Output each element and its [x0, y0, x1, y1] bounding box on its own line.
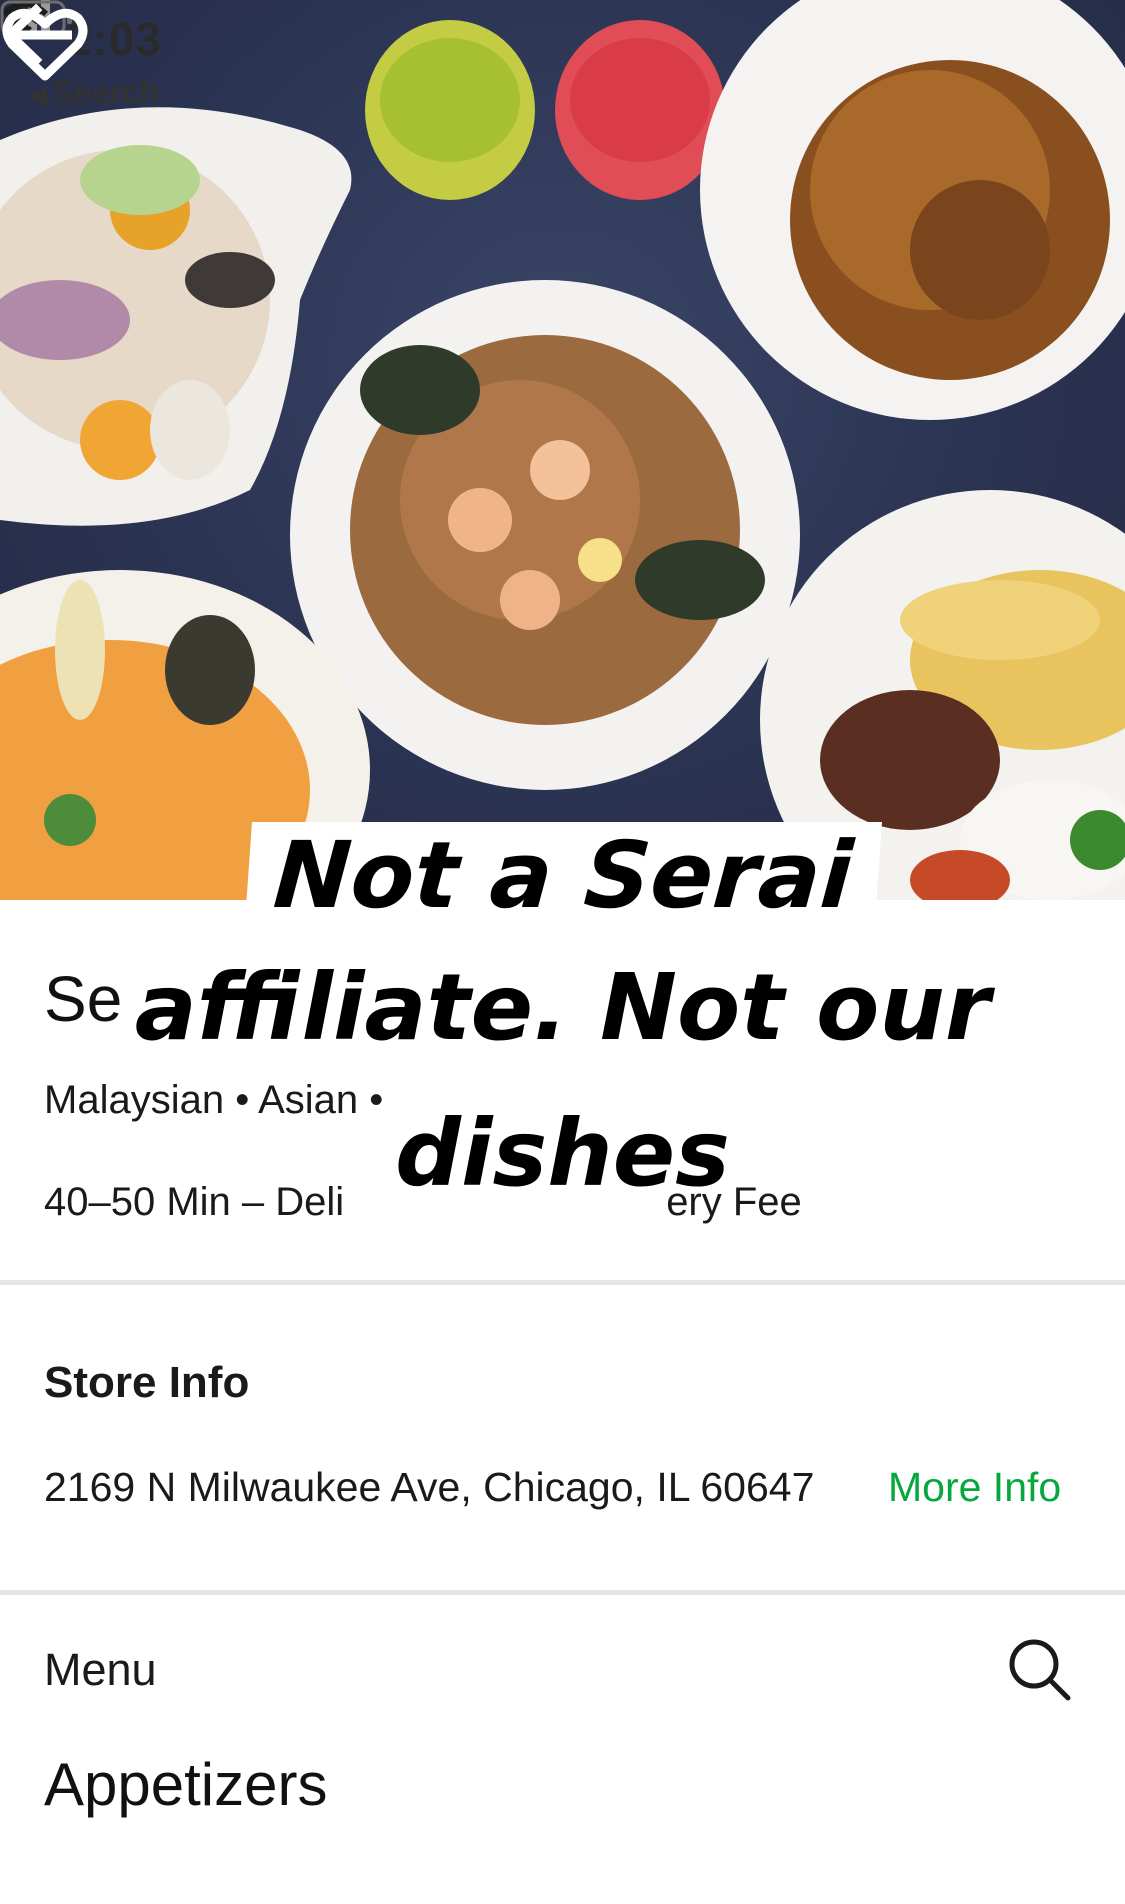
- overlay-caption-line-1: Not a Serai: [0, 822, 1125, 936]
- menu-label: Menu: [44, 1644, 157, 1695]
- food-photo: [0, 0, 1125, 900]
- store-info-title: Store Info: [44, 1358, 250, 1407]
- heart-icon[interactable]: [0, 0, 90, 90]
- more-info-link[interactable]: More Info: [888, 1464, 1061, 1511]
- overlay-caption-line-2: affiliate. Not our: [134, 954, 991, 1061]
- menu-category-title: Appetizers: [44, 1751, 328, 1818]
- section-divider: [0, 1280, 1125, 1285]
- search-icon[interactable]: [1004, 1634, 1074, 1704]
- section-divider: [0, 1590, 1125, 1595]
- store-address: 2169 N Milwaukee Ave, Chicago, IL 60647: [44, 1464, 815, 1510]
- hero-image: 2:03 ◀ Search: [0, 0, 1125, 900]
- overlay-caption-line-3: dishes: [395, 1100, 730, 1207]
